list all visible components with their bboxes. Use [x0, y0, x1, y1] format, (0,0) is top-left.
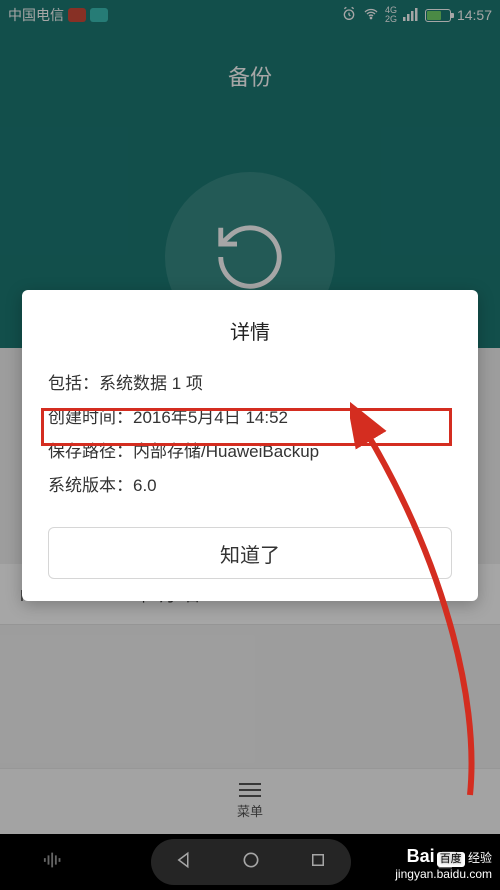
- dialog-title: 详情: [48, 316, 452, 345]
- screen-root: 中国电信 4G 2G 14:57 备份: [0, 0, 500, 890]
- ok-button[interactable]: 知道了: [48, 527, 452, 579]
- watermark-url: jingyan.baidu.com: [395, 867, 492, 882]
- version-label: 系统版本：: [48, 476, 133, 495]
- includes-label: 包括：: [48, 374, 99, 393]
- created-value: 2016年5月4日 14:52: [133, 408, 288, 427]
- row-version: 系统版本：6.0: [48, 469, 452, 503]
- path-value: 内部存储/HuaweiBackup: [133, 442, 319, 461]
- row-created: 创建时间：2016年5月4日 14:52: [48, 401, 452, 435]
- row-includes: 包括：系统数据 1 项: [48, 367, 452, 401]
- watermark-brand: Bai: [407, 846, 435, 866]
- version-value: 6.0: [133, 476, 157, 495]
- created-label: 创建时间：: [48, 408, 133, 427]
- ok-label: 知道了: [220, 539, 280, 568]
- watermark-badge: 百度: [437, 852, 465, 867]
- path-label: 保存路径：: [48, 442, 133, 461]
- row-path: 保存路径：内部存储/HuaweiBackup: [48, 435, 452, 469]
- watermark: Bai百度 经验 jingyan.baidu.com: [395, 849, 492, 882]
- includes-value: 系统数据 1 项: [99, 374, 203, 393]
- details-dialog: 详情 包括：系统数据 1 项 创建时间：2016年5月4日 14:52 保存路径…: [22, 290, 478, 601]
- watermark-suffix: 经验: [468, 851, 492, 865]
